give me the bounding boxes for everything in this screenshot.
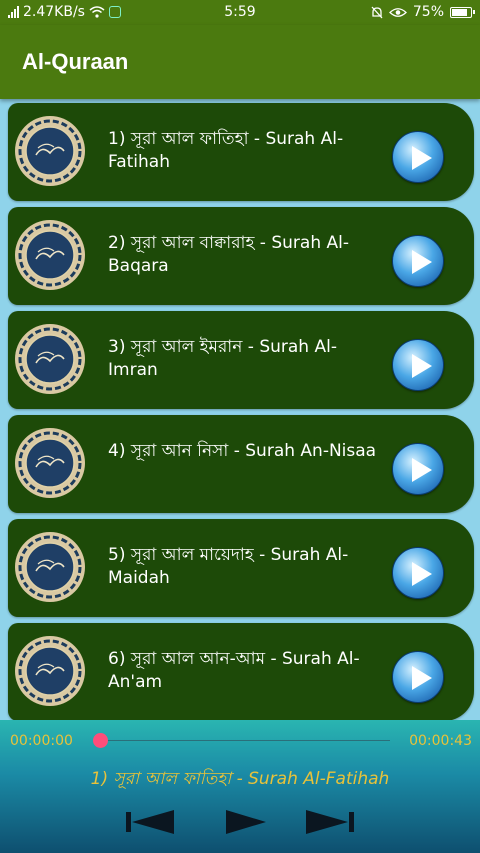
play-button[interactable] xyxy=(392,443,444,495)
quran-emblem-icon xyxy=(15,532,85,602)
surah-item-5[interactable]: 5) সূরা আল মায়েদাহ - Surah Al-Maidah xyxy=(8,519,474,617)
battery-icon xyxy=(450,6,475,18)
status-right: 75% xyxy=(371,4,475,20)
total-time: 00:00:43 xyxy=(409,733,472,749)
surah-item-4[interactable]: 4) সূরা আন নিসা - Surah An-Nisaa xyxy=(8,415,474,513)
skip-next-icon[interactable] xyxy=(306,810,354,834)
seek-bar[interactable] xyxy=(100,740,390,741)
surah-label: 4) সূরা আন নিসা - Surah An-Nisaa xyxy=(108,441,377,461)
surah-item-1[interactable]: 1) সূরা আল ফাতিহা - Surah Al-Fatihah xyxy=(8,103,474,201)
quran-emblem-icon xyxy=(15,636,85,706)
surah-item-6[interactable]: 6) সূরা আল আন-আম - Surah Al-An'am xyxy=(8,623,474,721)
mute-icon xyxy=(371,6,383,18)
surah-item-3[interactable]: 3) সূরা আল ইমরান - Surah Al-Imran xyxy=(8,311,474,409)
audio-player: 00:00:00 00:00:43 1) সূরা আল ফাতিহা - Su… xyxy=(0,720,480,853)
app-title: Al-Quraan xyxy=(22,49,129,74)
quran-emblem-icon xyxy=(15,220,85,290)
skip-previous-icon[interactable] xyxy=(126,810,174,834)
play-button[interactable] xyxy=(392,235,444,287)
surah-label: 2) সূরা আল বাক্বারাহ - Surah Al-Baqara xyxy=(108,233,349,276)
surah-label: 3) সূরা আল ইমরান - Surah Al-Imran xyxy=(108,337,337,380)
play-button[interactable] xyxy=(392,651,444,703)
play-button[interactable] xyxy=(392,339,444,391)
quran-emblem-icon xyxy=(15,428,85,498)
play-button[interactable] xyxy=(392,131,444,183)
seek-thumb[interactable] xyxy=(93,733,108,748)
app-bar: Al-Quraan xyxy=(0,25,480,99)
surah-list[interactable]: 1) সূরা আল ফাতিহা - Surah Al-Fatihah 2) … xyxy=(8,103,474,727)
quran-emblem-icon xyxy=(15,116,85,186)
play-button[interactable] xyxy=(392,547,444,599)
current-time: 00:00:00 xyxy=(10,733,73,749)
status-bar: 2.47KB/s 5:59 75% xyxy=(0,0,480,25)
surah-label: 1) সূরা আল ফাতিহা - Surah Al-Fatihah xyxy=(108,129,344,172)
surah-item-2[interactable]: 2) সূরা আল বাক্বারাহ - Surah Al-Baqara xyxy=(8,207,474,305)
battery-percent: 75% xyxy=(412,4,444,20)
eye-icon xyxy=(388,7,407,17)
play-icon[interactable] xyxy=(226,810,266,834)
surah-label: 6) সূরা আল আন-আম - Surah Al-An'am xyxy=(108,649,360,692)
surah-label: 5) সূরা আল মায়েদাহ - Surah Al-Maidah xyxy=(108,545,349,588)
now-playing-title: 1) সূরা আল ফাতিহা - Surah Al-Fatihah xyxy=(90,769,390,789)
quran-emblem-icon xyxy=(15,324,85,394)
